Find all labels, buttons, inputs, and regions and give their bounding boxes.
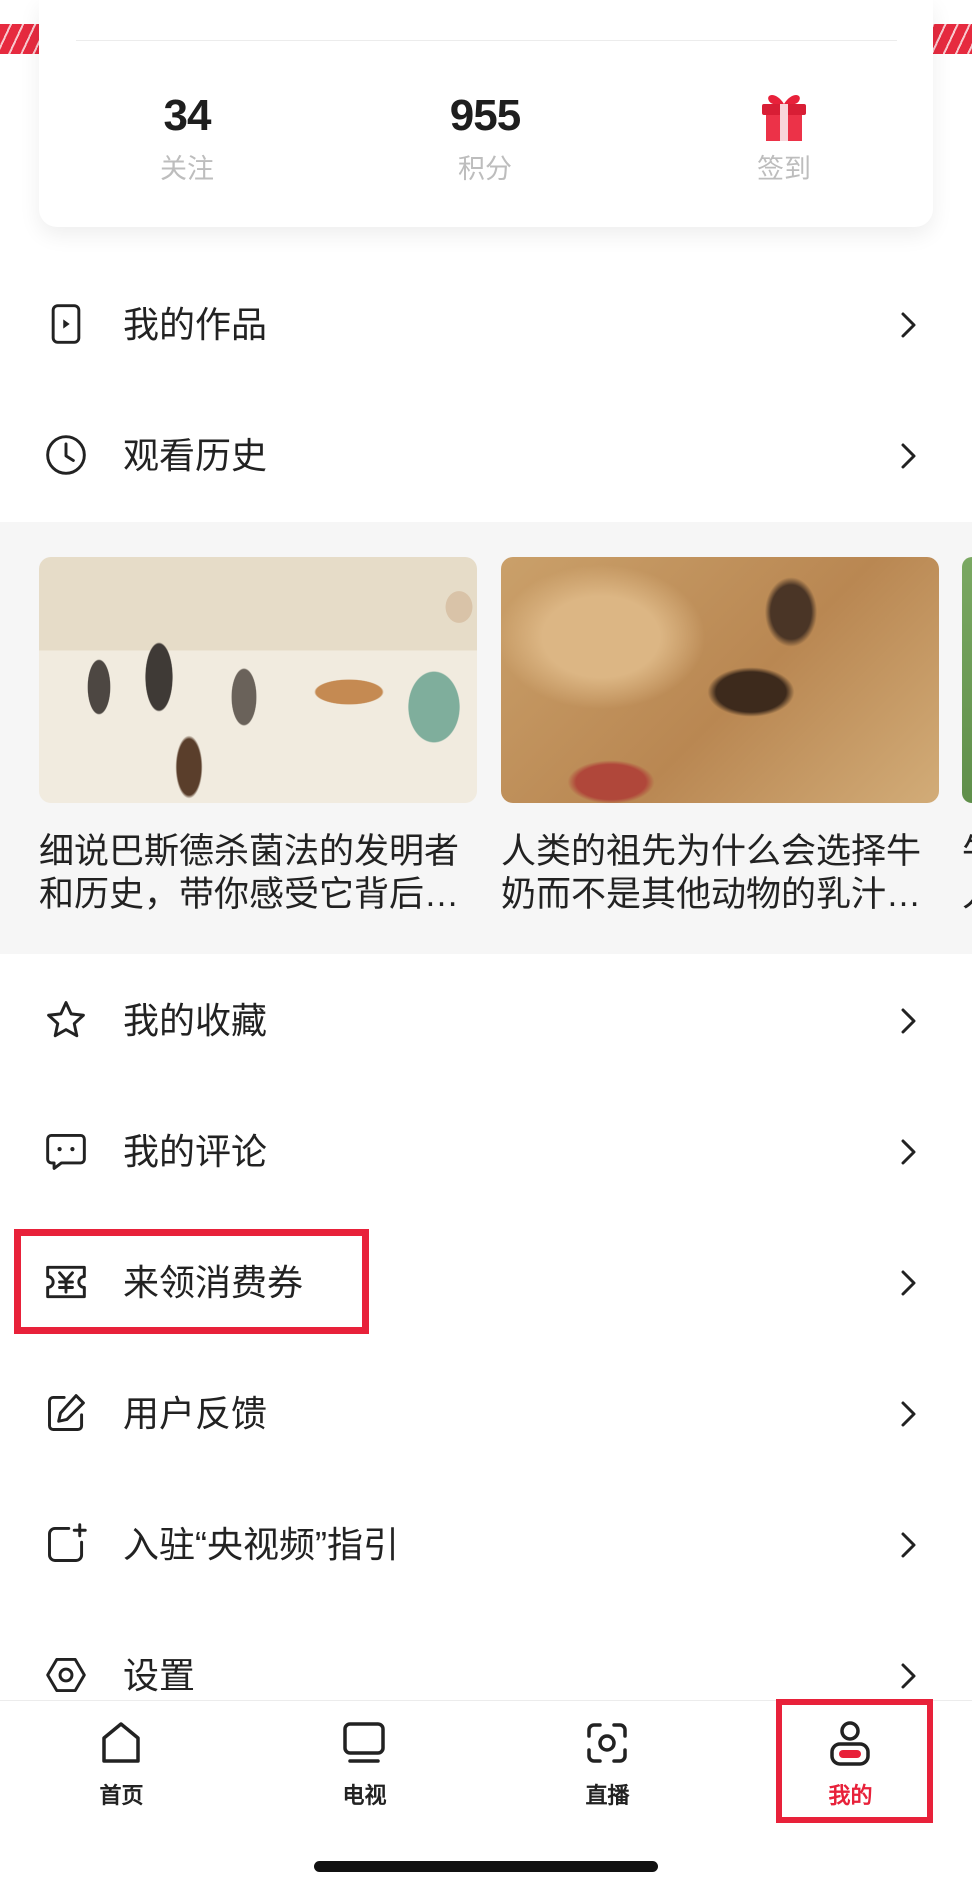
settings-icon [44,1653,88,1697]
card-title-line: 和历史，带你感受它背后… [39,875,460,914]
menu-item-label: 入驻“央视频”指引 [123,1524,399,1565]
stat-checkin[interactable]: 签到 [684,88,884,188]
comment-icon [44,1129,88,1173]
card-title-line: 牛 [962,830,972,873]
menu-item-comments[interactable]: 我的评论 [0,1086,972,1217]
tab-live[interactable]: 直播 [486,1701,729,1841]
card-title-line: 细说巴斯德杀菌法的发明者 [39,832,460,871]
menu-item-label: 设置 [123,1655,196,1696]
card-divider [76,40,897,41]
card-title-line: 人 [962,873,972,916]
highlight-box-profile-tab [776,1699,933,1823]
chevron-right-icon [897,1006,919,1036]
menu-item-watch-history[interactable]: 观看历史 [0,390,972,521]
menu-group-primary: 我的作品 观看历史 [0,259,972,521]
chevron-right-icon [897,1137,919,1167]
article-thumbnail[interactable] [962,557,972,803]
menu-item-label: 我的评论 [123,1131,268,1172]
tab-home[interactable]: 首页 [0,1701,243,1841]
menu-item-my-works[interactable]: 我的作品 [0,259,972,390]
add-square-icon [44,1522,88,1566]
chevron-right-icon [897,1530,919,1560]
menu-item-join-guide[interactable]: 入驻“央视频”指引 [0,1479,972,1610]
home-indicator[interactable] [314,1861,658,1872]
clock-icon [44,433,88,477]
tab-label: 首页 [99,1783,144,1808]
works-icon [44,302,88,346]
history-card[interactable]: 细说巴斯德杀菌法的发明者 和历史，带你感受它背后… [39,522,477,954]
tab-label: 电视 [342,1783,387,1808]
gift-icon [684,88,884,144]
home-icon [97,1719,145,1767]
menu-item-feedback[interactable]: 用户反馈 [0,1348,972,1479]
history-card[interactable]: 人类的祖先为什么会选择牛 奶而不是其他动物的乳汁… [501,522,939,954]
stat-following-value: 34 [163,91,212,140]
stat-points-value: 955 [449,91,521,140]
stats-card: 34 关注 955 积分 签到 [39,0,933,227]
star-icon [44,998,88,1042]
card-title-line: 奶而不是其他动物的乳汁… [501,875,922,914]
chevron-right-icon [897,1661,919,1691]
stat-following[interactable]: 34 关注 [87,88,287,188]
tab-tv[interactable]: 电视 [243,1701,486,1841]
article-thumbnail[interactable] [501,557,939,803]
live-icon [583,1719,631,1767]
chevron-right-icon [897,1399,919,1429]
menu-item-label: 我的作品 [123,304,268,345]
article-thumbnail[interactable] [39,557,477,803]
tab-label: 直播 [585,1783,630,1808]
menu-item-label: 观看历史 [123,435,268,476]
history-card-partial[interactable]: 牛 人 [962,522,972,954]
history-carousel[interactable]: 细说巴斯德杀菌法的发明者 和历史，带你感受它背后… 人类的祖先为什么会选择牛 奶… [0,522,972,954]
stat-following-label: 关注 [160,154,214,184]
chevron-right-icon [897,441,919,471]
menu-item-favorites[interactable]: 我的收藏 [0,955,972,1086]
menu-item-label: 我的收藏 [123,1000,268,1041]
menu-item-label: 用户反馈 [123,1393,268,1434]
chevron-right-icon [897,310,919,340]
tv-icon [340,1719,388,1767]
menu-item-settings[interactable]: 设置 [0,1610,972,1700]
highlight-box-coupon [14,1229,369,1334]
chevron-right-icon [897,1268,919,1298]
card-title-line: 人类的祖先为什么会选择牛 [501,832,922,871]
stat-checkin-label: 签到 [757,154,811,184]
edit-icon [44,1391,88,1435]
stat-points-label: 积分 [458,154,512,184]
stat-points[interactable]: 955 积分 [385,88,585,188]
